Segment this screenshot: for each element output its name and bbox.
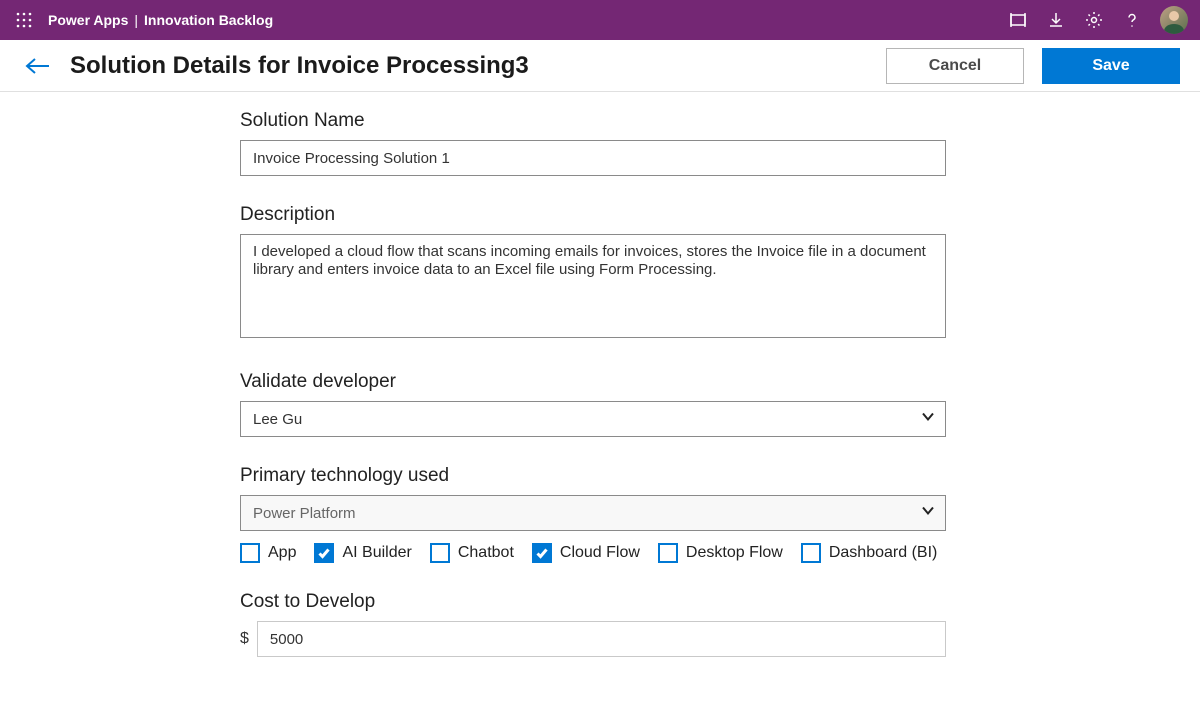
input-solution-name[interactable] (240, 140, 946, 176)
product-name: Power Apps (48, 12, 128, 28)
currency-symbol: $ (240, 630, 249, 648)
cancel-button[interactable]: Cancel (886, 48, 1024, 84)
label-solution-name: Solution Name (240, 110, 1200, 132)
topbar-actions (1002, 4, 1194, 36)
checkbox-chatbot[interactable]: Chatbot (430, 543, 514, 563)
checkbox-label: Cloud Flow (560, 544, 640, 562)
field-cost: Cost to Develop $ (240, 591, 1200, 657)
label-description: Description (240, 204, 1200, 226)
checkbox-cloud-flow[interactable]: Cloud Flow (532, 543, 640, 563)
checkbox-box[interactable] (314, 543, 334, 563)
field-primary-technology: Primary technology used App AI Builder Cha… (240, 465, 1200, 563)
input-cost[interactable] (257, 621, 946, 657)
select-primary-technology[interactable] (240, 495, 946, 531)
app-name: Innovation Backlog (144, 12, 273, 28)
checkbox-box[interactable] (430, 543, 450, 563)
input-description[interactable] (240, 234, 946, 338)
download-icon[interactable] (1040, 4, 1072, 36)
checkbox-desktop-flow[interactable]: Desktop Flow (658, 543, 783, 563)
checkbox-dashboard-bi-[interactable]: Dashboard (BI) (801, 543, 938, 563)
save-button[interactable]: Save (1042, 48, 1180, 84)
page-title: Solution Details for Invoice Processing3 (70, 52, 529, 80)
checkbox-label: App (268, 544, 296, 562)
label-cost: Cost to Develop (240, 591, 1200, 613)
gear-icon[interactable] (1078, 4, 1110, 36)
checkbox-label: Chatbot (458, 544, 514, 562)
checkbox-label: Desktop Flow (686, 544, 783, 562)
checkbox-box[interactable] (240, 543, 260, 563)
checkbox-box[interactable] (658, 543, 678, 563)
checkbox-app[interactable]: App (240, 543, 296, 563)
top-app-bar: Power Apps | Innovation Backlog (0, 0, 1200, 40)
checkbox-ai-builder[interactable]: AI Builder (314, 543, 411, 563)
field-description: Description (240, 204, 1200, 343)
form-area: Solution Name Description Validate devel… (0, 92, 1200, 725)
page-header: Solution Details for Invoice Processing3… (0, 40, 1200, 92)
select-validate-developer[interactable] (240, 401, 946, 437)
field-validate-developer: Validate developer (240, 371, 1200, 437)
label-validate-developer: Validate developer (240, 371, 1200, 393)
checkbox-label: Dashboard (BI) (829, 544, 938, 562)
checkbox-label: AI Builder (342, 544, 411, 562)
title-separator: | (134, 12, 138, 28)
avatar[interactable] (1160, 6, 1188, 34)
app-title: Power Apps | Innovation Backlog (48, 12, 273, 28)
help-icon[interactable] (1116, 4, 1148, 36)
label-primary-technology: Primary technology used (240, 465, 1200, 487)
app-launcher-icon[interactable] (6, 0, 42, 40)
back-button[interactable] (20, 48, 56, 84)
checkbox-box[interactable] (532, 543, 552, 563)
fit-to-screen-icon[interactable] (1002, 4, 1034, 36)
field-solution-name: Solution Name (240, 110, 1200, 176)
technology-checkbox-row: App AI Builder Chatbot Cloud Flow Desktop Fl… (240, 543, 1200, 563)
checkbox-box[interactable] (801, 543, 821, 563)
header-actions: Cancel Save (886, 48, 1180, 84)
